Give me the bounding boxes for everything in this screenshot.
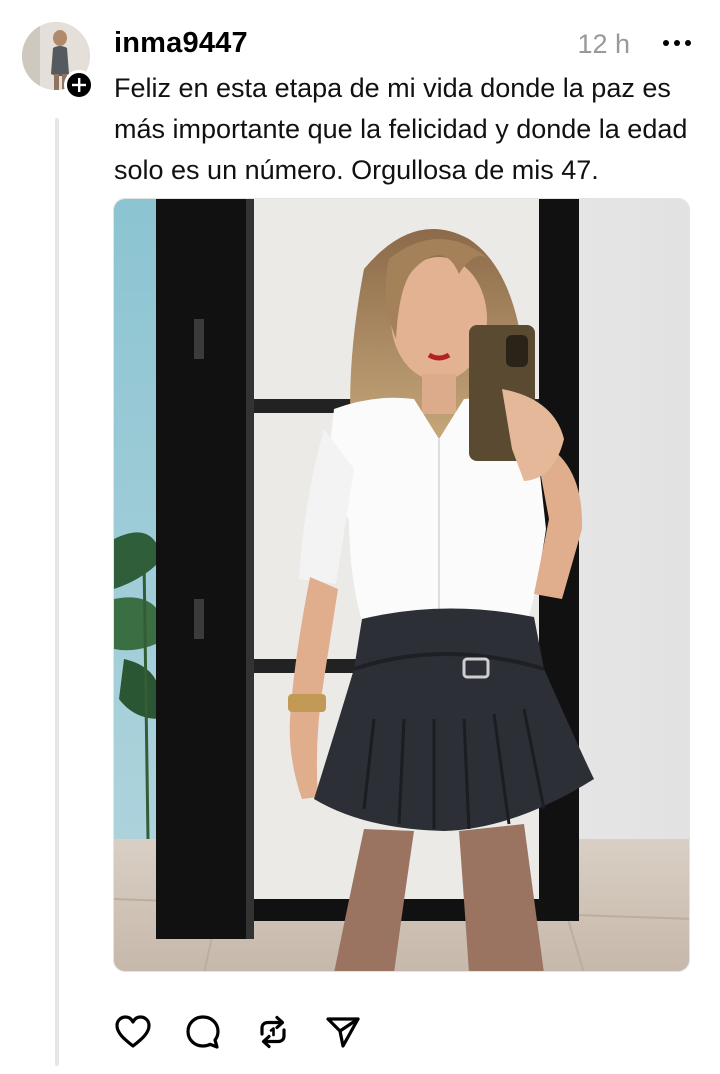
- avatar-container[interactable]: [22, 22, 94, 100]
- more-button[interactable]: [660, 30, 694, 56]
- share-button[interactable]: [322, 1011, 364, 1053]
- thread-line: [55, 118, 59, 1066]
- action-bar: [112, 1010, 392, 1054]
- heart-icon: [115, 1015, 151, 1048]
- post-image[interactable]: [113, 198, 690, 972]
- repost-button[interactable]: [252, 1011, 294, 1053]
- send-icon: [326, 1017, 360, 1048]
- post-time: 12 h: [577, 29, 630, 59]
- mirror-selfie-photo: [114, 199, 689, 971]
- username[interactable]: inma9447: [114, 26, 248, 60]
- post-caption: Feliz en esta etapa de mi vida donde la …: [114, 73, 688, 185]
- more-icon: [663, 40, 691, 46]
- like-button[interactable]: [112, 1011, 154, 1053]
- comment-icon: [186, 1015, 220, 1049]
- repost-icon: [260, 1015, 286, 1049]
- thread-post: inma9447 12 h Feliz en esta etapa de mi …: [0, 0, 720, 1074]
- comment-button[interactable]: [182, 1011, 224, 1053]
- plus-icon: [72, 78, 86, 92]
- follow-button[interactable]: [64, 70, 94, 100]
